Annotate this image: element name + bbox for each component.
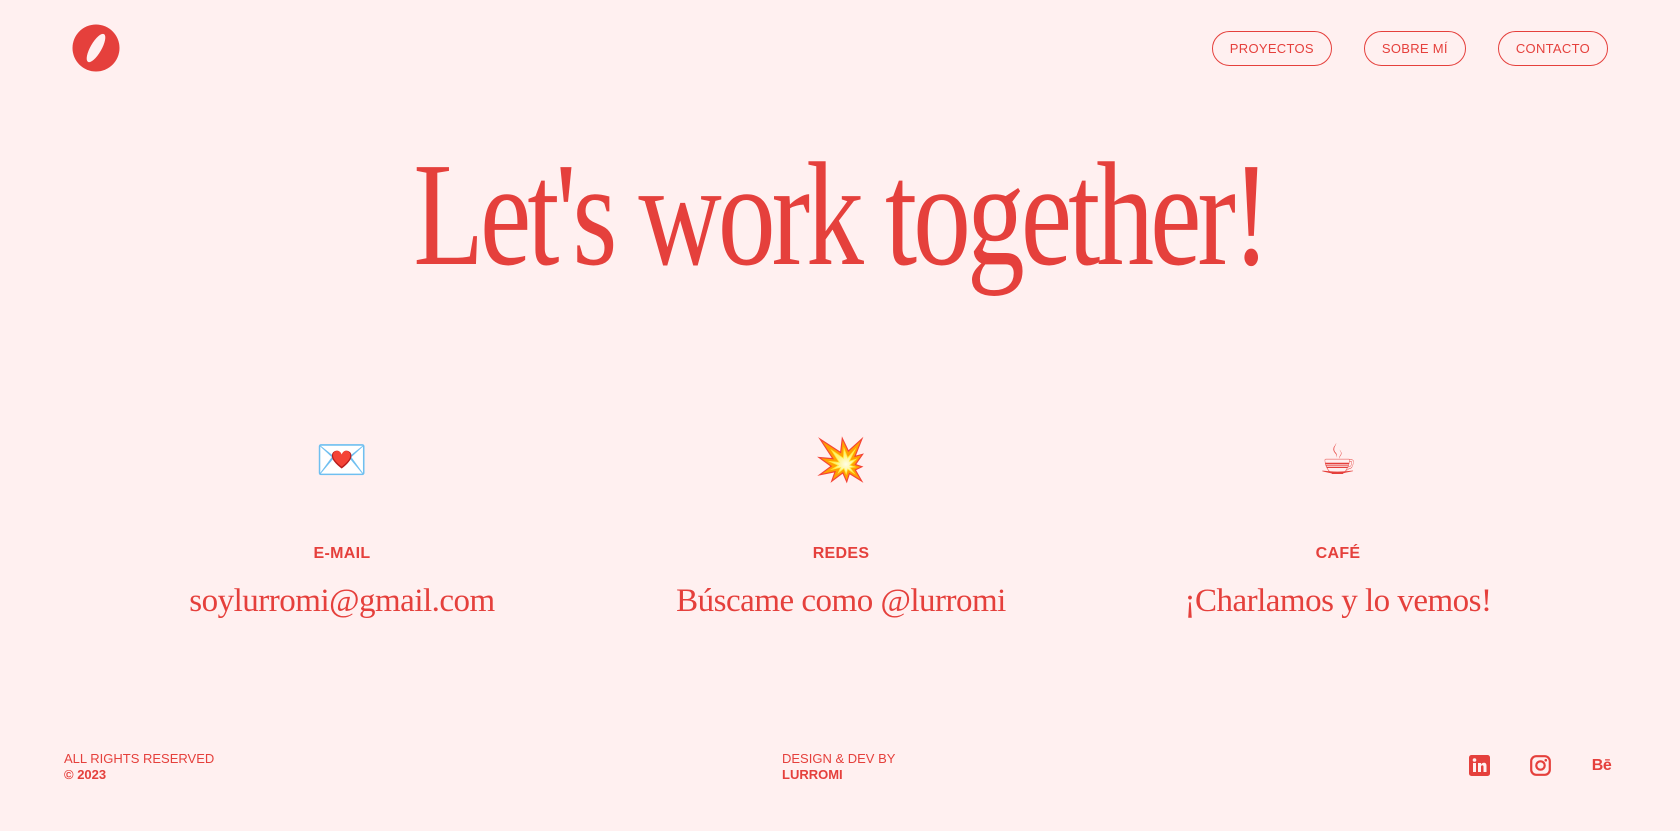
- collision-icon: 💥: [814, 435, 868, 484]
- social-links: Bē: [1469, 755, 1612, 776]
- footer-credit: DESIGN & DEV BY LURROMI: [782, 751, 895, 783]
- linkedin-link[interactable]: [1469, 755, 1490, 776]
- contact-email: 💌 E-MAIL soylurromi@gmail.com: [92, 432, 592, 620]
- linkedin-icon: [1469, 755, 1490, 776]
- page-title: Let's work together!: [413, 133, 1270, 297]
- credit-label: DESIGN & DEV BY: [782, 751, 896, 766]
- cafe-text: ¡Charlamos y lo vemos!: [1184, 583, 1492, 619]
- nav-sobre-mi-button[interactable]: SOBRE MÍ: [1363, 31, 1466, 66]
- contact-cafe-title: CAFÉ: [1315, 545, 1361, 562]
- nav-contacto-button[interactable]: CONTACTO: [1497, 31, 1608, 66]
- email-link[interactable]: soylurromi@gmail.com: [92, 582, 592, 620]
- behance-link[interactable]: Bē: [1591, 755, 1612, 776]
- redes-text: Búscame como @lurromi: [676, 583, 1006, 619]
- main-nav: PROYECTOS SOBRE MÍ CONTACTO: [1211, 31, 1608, 66]
- instagram-icon: [1530, 755, 1551, 776]
- contact-cafe: ☕ CAFÉ ¡Charlamos y lo vemos!: [1088, 432, 1588, 620]
- logo[interactable]: [72, 24, 120, 72]
- nav-proyectos-button[interactable]: PROYECTOS: [1211, 31, 1332, 66]
- behance-icon: Bē: [1591, 756, 1612, 774]
- footer-rights: ALL RIGHTS RESERVED © 2023: [64, 751, 214, 783]
- contact-redes-title: REDES: [812, 545, 870, 562]
- contact-email-title: E-MAIL: [313, 545, 371, 562]
- credit-name: LURROMI: [782, 767, 843, 782]
- contact-redes: 💥 REDES Búscame como @lurromi: [591, 432, 1091, 620]
- love-letter-icon: 💌: [315, 435, 369, 484]
- rights-text: ALL RIGHTS RESERVED: [64, 751, 215, 766]
- copyright-year: © 2023: [64, 767, 107, 782]
- instagram-link[interactable]: [1530, 755, 1551, 776]
- red-o-logo-icon: [72, 24, 120, 72]
- coffee-icon: ☕: [1319, 435, 1357, 484]
